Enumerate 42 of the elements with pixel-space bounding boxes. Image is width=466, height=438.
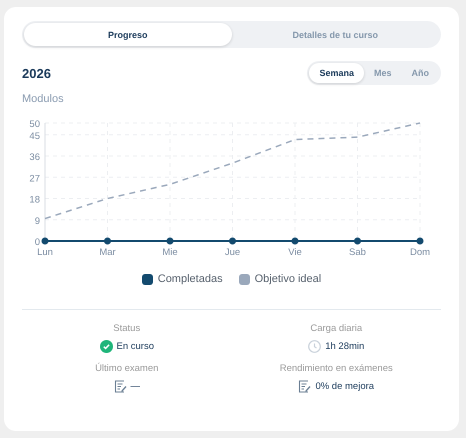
period-tab[interactable]: Mes [364, 63, 402, 83]
data-point [42, 238, 48, 244]
y-tick-label: 27 [29, 173, 40, 184]
y-tick-label: 18 [29, 194, 40, 206]
y-tick-label: 50 [29, 119, 40, 130]
stat-label: Último examen [95, 363, 158, 374]
edit-note-icon [114, 380, 126, 393]
x-tick-label: Vie [288, 247, 302, 258]
x-tick-label: Mar [99, 247, 116, 258]
data-point [166, 238, 174, 244]
tab[interactable]: Progreso [24, 23, 232, 46]
period-tab[interactable]: Semana [309, 63, 364, 83]
clock-icon [308, 340, 322, 353]
data-point [104, 238, 111, 244]
stat-label: Status [113, 323, 140, 334]
data-point [292, 238, 298, 244]
x-tick-label: Sab [349, 247, 366, 258]
y-tick-label: 9 [34, 216, 40, 227]
data-point [416, 238, 424, 244]
stat-value: 1h 28min [325, 341, 364, 352]
axis-title: Modulos [22, 93, 65, 105]
year-title: 2026 [22, 66, 51, 80]
x-tick-label: Dom [410, 247, 430, 258]
x-tick-label: Mie [162, 247, 178, 258]
edit-note-icon [298, 380, 312, 393]
y-tick-label: 0 [34, 237, 40, 248]
data-point [354, 238, 361, 244]
period-tab[interactable]: Año [402, 63, 439, 83]
check-circle-icon [100, 340, 112, 353]
legend-label: Completadas [158, 273, 223, 285]
data-point [229, 238, 236, 244]
stat-label: Rendimiento en exámenes [280, 363, 393, 374]
y-tick-label: 45 [29, 130, 40, 142]
stat-value: En curso [116, 341, 154, 352]
x-tick-label: Jue [224, 247, 240, 258]
x-tick-label: Lun [37, 247, 53, 258]
stat-value: 0% de mejora [315, 381, 374, 392]
y-tick-label: 36 [29, 152, 40, 164]
stat-label: Carga diaria [310, 323, 362, 334]
tab[interactable]: Detalles de tu curso [232, 23, 439, 46]
legend-label: Objetivo ideal [254, 273, 322, 285]
stat-value: — [130, 381, 140, 392]
